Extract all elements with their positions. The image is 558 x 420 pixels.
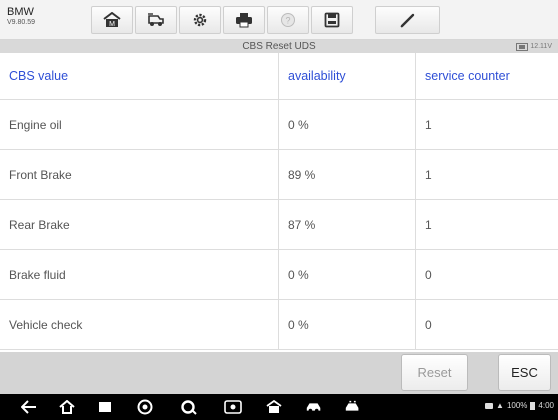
- camera-icon[interactable]: [180, 398, 198, 416]
- save-button[interactable]: [311, 6, 353, 34]
- vehicle-swap-button[interactable]: [135, 6, 177, 34]
- brand-block: BMW V9.80.59: [7, 6, 35, 27]
- availability-cell: 87 %: [279, 200, 416, 249]
- status-area: ▲ 100% 4:00: [485, 401, 554, 410]
- cbs-value-cell: Rear Brake: [0, 200, 279, 249]
- screen-capture-icon[interactable]: [224, 398, 242, 416]
- service-counter-cell: 0: [425, 267, 432, 282]
- availability-cell: 0 %: [279, 300, 416, 349]
- help-icon: ?: [281, 13, 295, 27]
- print-button[interactable]: [223, 6, 265, 34]
- table-row[interactable]: Engine oil 0 % 1: [0, 100, 558, 150]
- esc-button[interactable]: ESC: [498, 354, 551, 391]
- browser-icon[interactable]: [136, 398, 154, 416]
- table-row[interactable]: Vehicle check 0 % 0: [0, 300, 558, 350]
- cbs-value-cell: Front Brake: [0, 150, 279, 199]
- service-counter-cell: 1: [425, 117, 432, 132]
- home-m-icon[interactable]: [265, 398, 283, 416]
- availability-cell: 0 %: [279, 250, 416, 299]
- voltage-value: 12.11V: [530, 43, 552, 50]
- save-icon: [324, 12, 340, 28]
- system-nav-bar: ▲ 100% 4:00: [0, 394, 558, 420]
- home-nav-icon[interactable]: [58, 398, 76, 416]
- cbs-value-cell: Brake fluid: [0, 250, 279, 299]
- table-header-row: CBS value availability service counter: [0, 53, 558, 100]
- clock: 4:00: [538, 401, 554, 410]
- battery-icon: [530, 401, 536, 410]
- availability-cell: 89 %: [279, 150, 416, 199]
- action-bar: Reset ESC: [0, 352, 558, 394]
- home-button[interactable]: M: [91, 6, 133, 34]
- home-icon: M: [103, 12, 121, 28]
- car-swap-icon: [148, 13, 164, 26]
- svg-text:M: M: [109, 21, 115, 28]
- help-button[interactable]: ?: [267, 6, 309, 34]
- pen-icon: [400, 13, 414, 28]
- column-header-cbs-value: CBS value: [0, 53, 279, 99]
- title-bar: CBS Reset UDS 12.11V: [0, 40, 558, 53]
- cbs-value-cell: Vehicle check: [0, 300, 279, 349]
- column-header-availability: availability: [279, 53, 416, 99]
- column-header-service-counter: service counter: [425, 69, 510, 83]
- vehicle-connect-icon[interactable]: [344, 398, 362, 416]
- table-row[interactable]: Rear Brake 87 % 1: [0, 200, 558, 250]
- top-toolbar: BMW V9.80.59 M ?: [0, 0, 558, 40]
- recent-apps-icon[interactable]: [96, 398, 114, 416]
- print-icon: [236, 13, 252, 28]
- service-counter-cell: 1: [425, 217, 432, 232]
- car-battery-icon: [516, 42, 529, 51]
- table-row[interactable]: Front Brake 89 % 1: [0, 150, 558, 200]
- reset-button[interactable]: Reset: [401, 354, 468, 391]
- settings-button[interactable]: [179, 6, 221, 34]
- vehicle-icon[interactable]: [305, 398, 323, 416]
- service-counter-cell: 1: [425, 167, 432, 182]
- wifi-icon: ▲: [496, 401, 504, 410]
- svg-text:?: ?: [285, 16, 290, 26]
- table-row[interactable]: Brake fluid 0 % 0: [0, 250, 558, 300]
- notification-icon: [485, 402, 494, 409]
- availability-cell: 0 %: [279, 100, 416, 149]
- brand-name: BMW: [7, 6, 34, 18]
- edit-button[interactable]: [375, 6, 440, 34]
- voltage-indicator: 12.11V: [516, 41, 552, 52]
- back-icon[interactable]: [20, 398, 38, 416]
- software-version: V9.80.59: [7, 19, 36, 26]
- cbs-table: CBS value availability service counter E…: [0, 53, 558, 350]
- battery-percent: 100%: [506, 401, 528, 410]
- cbs-value-cell: Engine oil: [0, 100, 279, 149]
- page-title: CBS Reset UDS: [242, 41, 316, 52]
- gear-icon: [193, 13, 207, 27]
- service-counter-cell: 0: [425, 317, 432, 332]
